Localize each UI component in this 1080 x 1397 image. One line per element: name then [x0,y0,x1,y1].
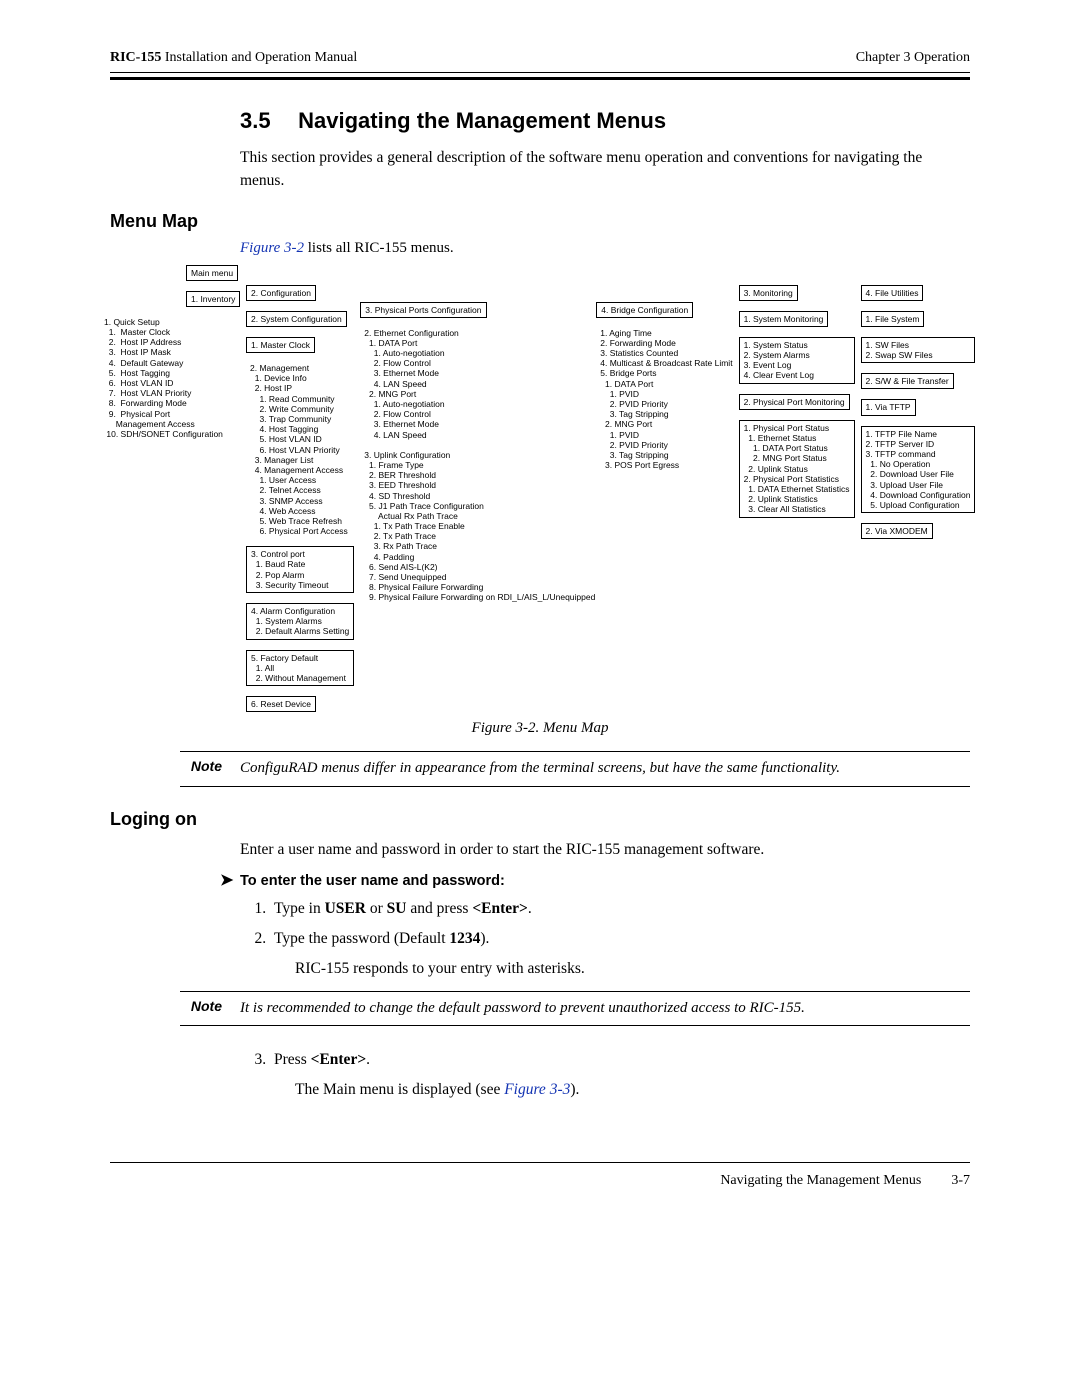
arrow-icon: ➤ [220,873,240,889]
procedure-steps: Type in USER or SU and press <Enter>. Ty… [270,897,970,951]
header-rule [110,72,970,80]
tree-physports: 3. Physical Ports Configuration [360,302,486,318]
menu-map-figure: Main menu 1. Inventory 1. Quick Setup 1.… [110,265,970,713]
figure-caption: Figure 3-2. Menu Map [110,720,970,737]
tree-bridge-items: 1. Aging Time 2. Forwarding Mode 3. Stat… [596,328,732,471]
section-title: Navigating the Management Menus [298,108,666,133]
tree-root: Main menu [186,265,238,281]
product-name: RIC-155 [110,50,161,65]
step-1: Type in USER or SU and press <Enter>. [270,897,970,921]
figure-ref-link[interactable]: Figure 3-2 [240,240,304,256]
tree-swfile: 2. S/W & File Transfer [861,373,954,389]
tree-factory: 5. Factory Default 1. All 2. Without Man… [246,650,354,687]
login-para: Enter a user name and password in order … [240,838,970,861]
tree-filesys-items: 1. SW Files 2. Swap SW Files [861,337,976,363]
figure-ref-rest: lists all RIC-155 menus. [304,240,454,256]
menu-map-heading: Menu Map [110,211,970,232]
tree-ppmon-items: 1. Physical Port Status 1. Ethernet Stat… [739,420,855,518]
tree-alarmconf: 4. Alarm Configuration 1. System Alarms … [246,603,354,640]
note-block-2: Note It is recommended to change the def… [180,991,970,1027]
tree-viatftp-items: 1. TFTP File Name 2. TFTP Server ID 3. T… [861,426,976,514]
section-number: 3.5 [240,108,292,134]
note-text-2: It is recommended to change the default … [240,998,805,1020]
page-footer: Navigating the Management Menus 3-7 [110,1162,970,1189]
note-block-1: Note ConfiguRAD menus differ in appearan… [180,751,970,787]
login-heading: Loging on [110,809,970,830]
section-heading: 3.5 Navigating the Management Menus [240,108,970,134]
note-text-1: ConfiguRAD menus differ in appearance fr… [240,758,840,780]
note-label-1: Note [180,758,222,780]
procedure-title: To enter the user name and password: [240,873,505,889]
header-chapter: Chapter 3 Operation [856,50,970,66]
step-2-sub: RIC-155 responds to your entry with aste… [295,957,970,980]
tree-sysmon-items: 1. System Status 2. System Alarms 3. Eve… [739,337,855,384]
footer-page: 3-7 [951,1173,970,1189]
tree-masterclock: 1. Master Clock [246,337,315,353]
tree-viatftp: 1. Via TFTP [861,399,916,415]
section-intro: This section provides a general descript… [240,146,970,193]
tree-ppmon: 2. Physical Port Monitoring [739,394,850,410]
tree-reset: 6. Reset Device [246,696,316,712]
tree-configuration: 2. Configuration [246,285,316,301]
manual-title: Installation and Operation Manual [165,50,357,65]
procedure-steps-cont: Press <Enter>. [270,1048,970,1072]
step-3-sub: The Main menu is displayed (see Figure 3… [295,1078,970,1101]
tree-controlport: 3. Control port 1. Baud Rate 2. Pop Alar… [246,546,354,593]
tree-sysconf: 2. System Configuration [246,311,347,327]
procedure-title-row: ➤ To enter the user name and password: [220,873,970,889]
page-header: RIC-155 Installation and Operation Manua… [110,50,970,66]
figure-reference-line: Figure 3-2 lists all RIC-155 menus. [240,240,970,257]
tree-fileutil: 4. File Utilities [861,285,924,301]
tree-inventory-items: 1. Quick Setup 1. Master Clock 2. Host I… [100,317,240,439]
tree-uplink: 3. Uplink Configuration 1. Frame Type 2.… [360,450,590,603]
header-left: RIC-155 Installation and Operation Manua… [110,50,357,66]
tree-sysmon: 1. System Monitoring [739,311,829,327]
tree-monitoring: 3. Monitoring [739,285,798,301]
tree-bridge: 4. Bridge Configuration [596,302,693,318]
tree-filesys: 1. File System [861,311,925,327]
step-2: Type the password (Default 1234). [270,927,970,951]
tree-ethernet: 2. Ethernet Configuration 1. DATA Port 1… [360,328,590,440]
figure-3-3-link[interactable]: Figure 3-3 [504,1081,570,1098]
tree-viaxmodem: 2. Via XMODEM [861,523,933,539]
footer-title: Navigating the Management Menus [720,1173,921,1189]
tree-inventory: 1. Inventory [186,291,240,307]
tree-management: 2. Management 1. Device Info 2. Host IP … [246,363,354,536]
note-label-2: Note [180,998,222,1020]
step-3: Press <Enter>. [270,1048,970,1072]
